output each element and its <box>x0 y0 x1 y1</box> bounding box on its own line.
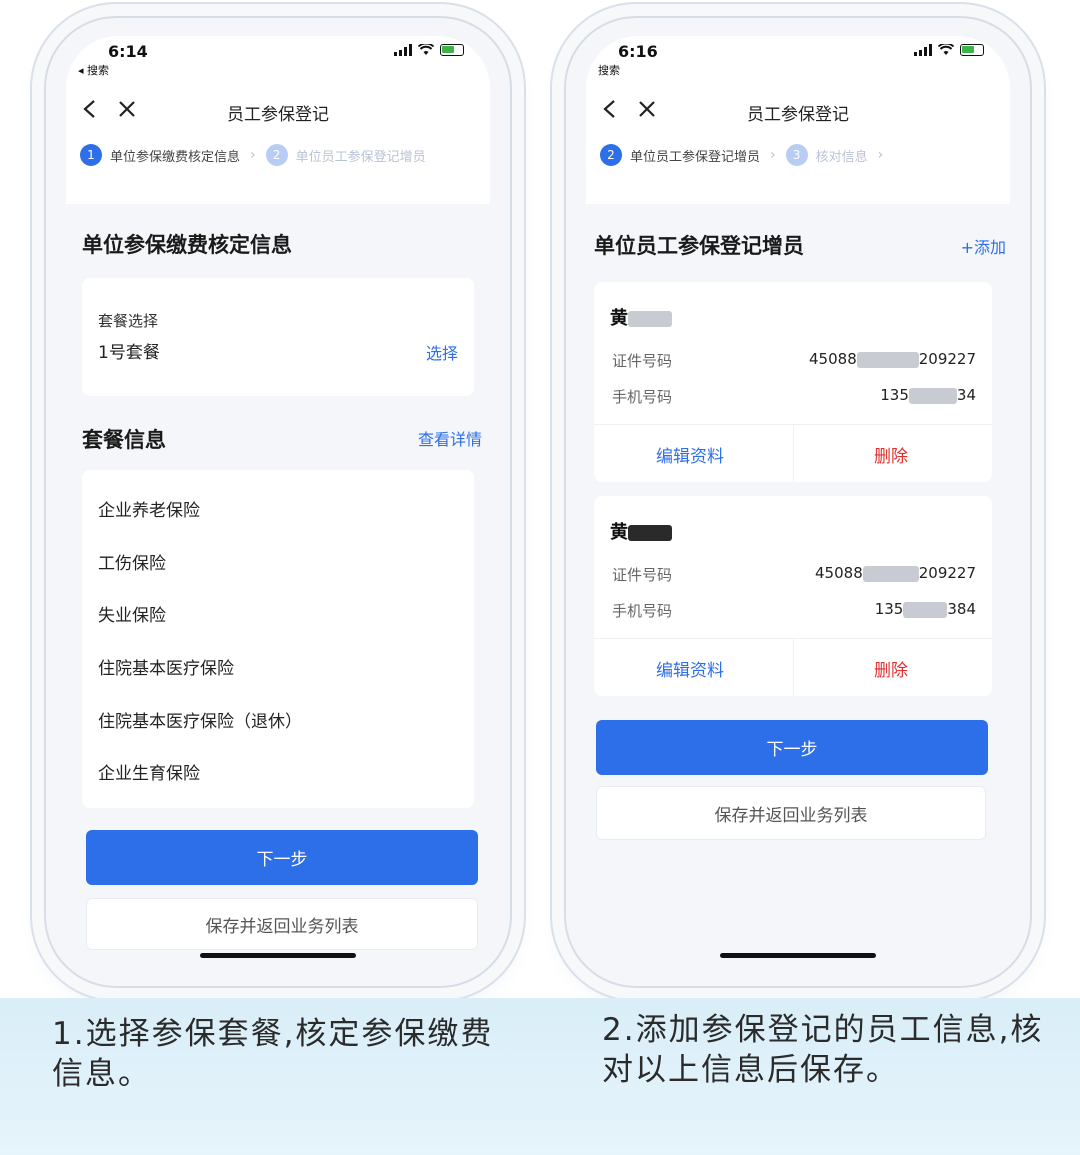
employee-name: 黄 <box>610 304 672 330</box>
package-info-title: 套餐信息 <box>82 428 166 452</box>
id-value: 45088 209227 <box>815 564 976 582</box>
save-return-button[interactable]: 保存并返回业务列表 <box>86 898 478 950</box>
caption-step-1: 1.选择参保套餐,核定参保缴费信息。 <box>52 1016 494 1092</box>
delete-button[interactable]: 删除 <box>874 442 908 467</box>
signal-icon <box>914 44 932 56</box>
save-return-button[interactable]: 保存并返回业务列表 <box>596 786 986 840</box>
list-item: 企业生育保险 <box>98 764 200 784</box>
list-item: 工伤保险 <box>98 554 166 574</box>
step-number-3: 3 <box>785 144 808 166</box>
package-label: 套餐选择 <box>98 312 159 330</box>
step-label-current: 单位员工参保登记增员 <box>630 149 761 165</box>
redacted-mask <box>628 311 672 327</box>
battery-icon <box>440 44 464 56</box>
phone-mockup-left: 6:14 ◂ 搜索 员工参保登记 1 单位参保缴费核定信息 › 2 单位员工参保… <box>46 18 510 986</box>
phone-label: 手机号码 <box>612 388 673 406</box>
back-to-search-link[interactable]: 搜索 <box>598 62 620 78</box>
phone-screen: 6:14 ◂ 搜索 员工参保登记 1 单位参保缴费核定信息 › 2 单位员工参保… <box>66 36 490 968</box>
chevron-right-icon: › <box>770 147 776 163</box>
redacted-mask <box>628 525 672 541</box>
step-number-1: 1 <box>80 144 102 166</box>
step-label-next: 核对信息 <box>815 149 868 165</box>
edit-profile-button[interactable]: 编辑资料 <box>656 656 724 681</box>
section-title: 单位参保缴费核定信息 <box>82 233 292 257</box>
page-title: 员工参保登记 <box>227 105 329 125</box>
chevron-right-icon: › <box>877 147 884 163</box>
step-indicator: 1 单位参保缴费核定信息 › 2 单位员工参保登记增员 <box>80 140 490 170</box>
caption-step-2: 2.添加参保登记的员工信息,核对以上信息后保存。 <box>602 1012 1044 1088</box>
employee-card: 黄 证件号码 45088 209227 手机号码 135 34 编辑资料 删除 <box>594 282 992 482</box>
list-item: 企业养老保险 <box>98 501 200 521</box>
view-details-link[interactable]: 查看详情 <box>418 426 482 450</box>
status-icons <box>914 44 984 56</box>
package-info-card: 企业养老保险 工伤保险 失业保险 住院基本医疗保险 住院基本医疗保险（退休） 企… <box>82 470 474 808</box>
redacted-mask <box>856 351 919 368</box>
phone-value: 135 384 <box>874 600 976 618</box>
list-item: 住院基本医疗保险（退休） <box>98 712 302 732</box>
status-icons <box>394 44 464 56</box>
delete-button[interactable]: 删除 <box>874 656 908 681</box>
home-indicator <box>200 953 356 958</box>
select-package-link[interactable]: 选择 <box>426 340 458 364</box>
page-title: 员工参保登记 <box>747 105 849 125</box>
id-label: 证件号码 <box>612 566 673 584</box>
phone-screen: 6:16 搜索 员工参保登记 2 单位员工参保登记增员 › 3 核对信息 › 单… <box>586 36 1010 968</box>
redacted-mask <box>908 387 957 404</box>
battery-icon <box>960 44 984 56</box>
edit-profile-button[interactable]: 编辑资料 <box>656 442 724 467</box>
add-employee-link[interactable]: +添加 <box>961 234 1006 258</box>
step-indicator: 2 单位员工参保登记增员 › 3 核对信息 › <box>600 140 1010 170</box>
home-indicator <box>720 953 876 958</box>
employee-name: 黄 <box>610 518 672 544</box>
step-number-2: 2 <box>600 144 622 166</box>
next-step-button[interactable]: 下一步 <box>596 720 988 775</box>
package-value: 1号套餐 <box>98 343 160 363</box>
id-label: 证件号码 <box>612 352 673 370</box>
redacted-mask <box>862 565 919 582</box>
next-step-button[interactable]: 下一步 <box>86 830 478 885</box>
employee-card: 黄 证件号码 45088 209227 手机号码 135 384 编辑资料 删除 <box>594 496 992 696</box>
status-time: 6:16 <box>618 42 658 61</box>
wifi-icon <box>938 44 954 55</box>
step-number-2: 2 <box>265 144 288 166</box>
list-item: 失业保险 <box>98 606 166 626</box>
chevron-right-icon: › <box>250 147 256 163</box>
signal-icon <box>394 44 412 56</box>
package-select-card[interactable]: 套餐选择 1号套餐 选择 <box>82 278 474 396</box>
step-label-next: 单位员工参保登记增员 <box>295 149 426 165</box>
id-value: 45088 209227 <box>809 350 976 368</box>
divider <box>793 424 794 482</box>
phone-value: 135 34 <box>880 386 976 404</box>
list-item: 住院基本医疗保险 <box>98 659 234 679</box>
wifi-icon <box>418 44 434 55</box>
status-time: 6:14 <box>108 42 148 61</box>
divider <box>793 638 794 696</box>
phone-mockup-right: 6:16 搜索 员工参保登记 2 单位员工参保登记增员 › 3 核对信息 › 单… <box>566 18 1030 986</box>
phone-label: 手机号码 <box>612 602 673 620</box>
section-title: 单位员工参保登记增员 <box>594 234 804 258</box>
step-label-current: 单位参保缴费核定信息 <box>110 149 241 165</box>
redacted-mask <box>903 601 948 618</box>
back-to-search-link[interactable]: ◂ 搜索 <box>78 62 109 78</box>
